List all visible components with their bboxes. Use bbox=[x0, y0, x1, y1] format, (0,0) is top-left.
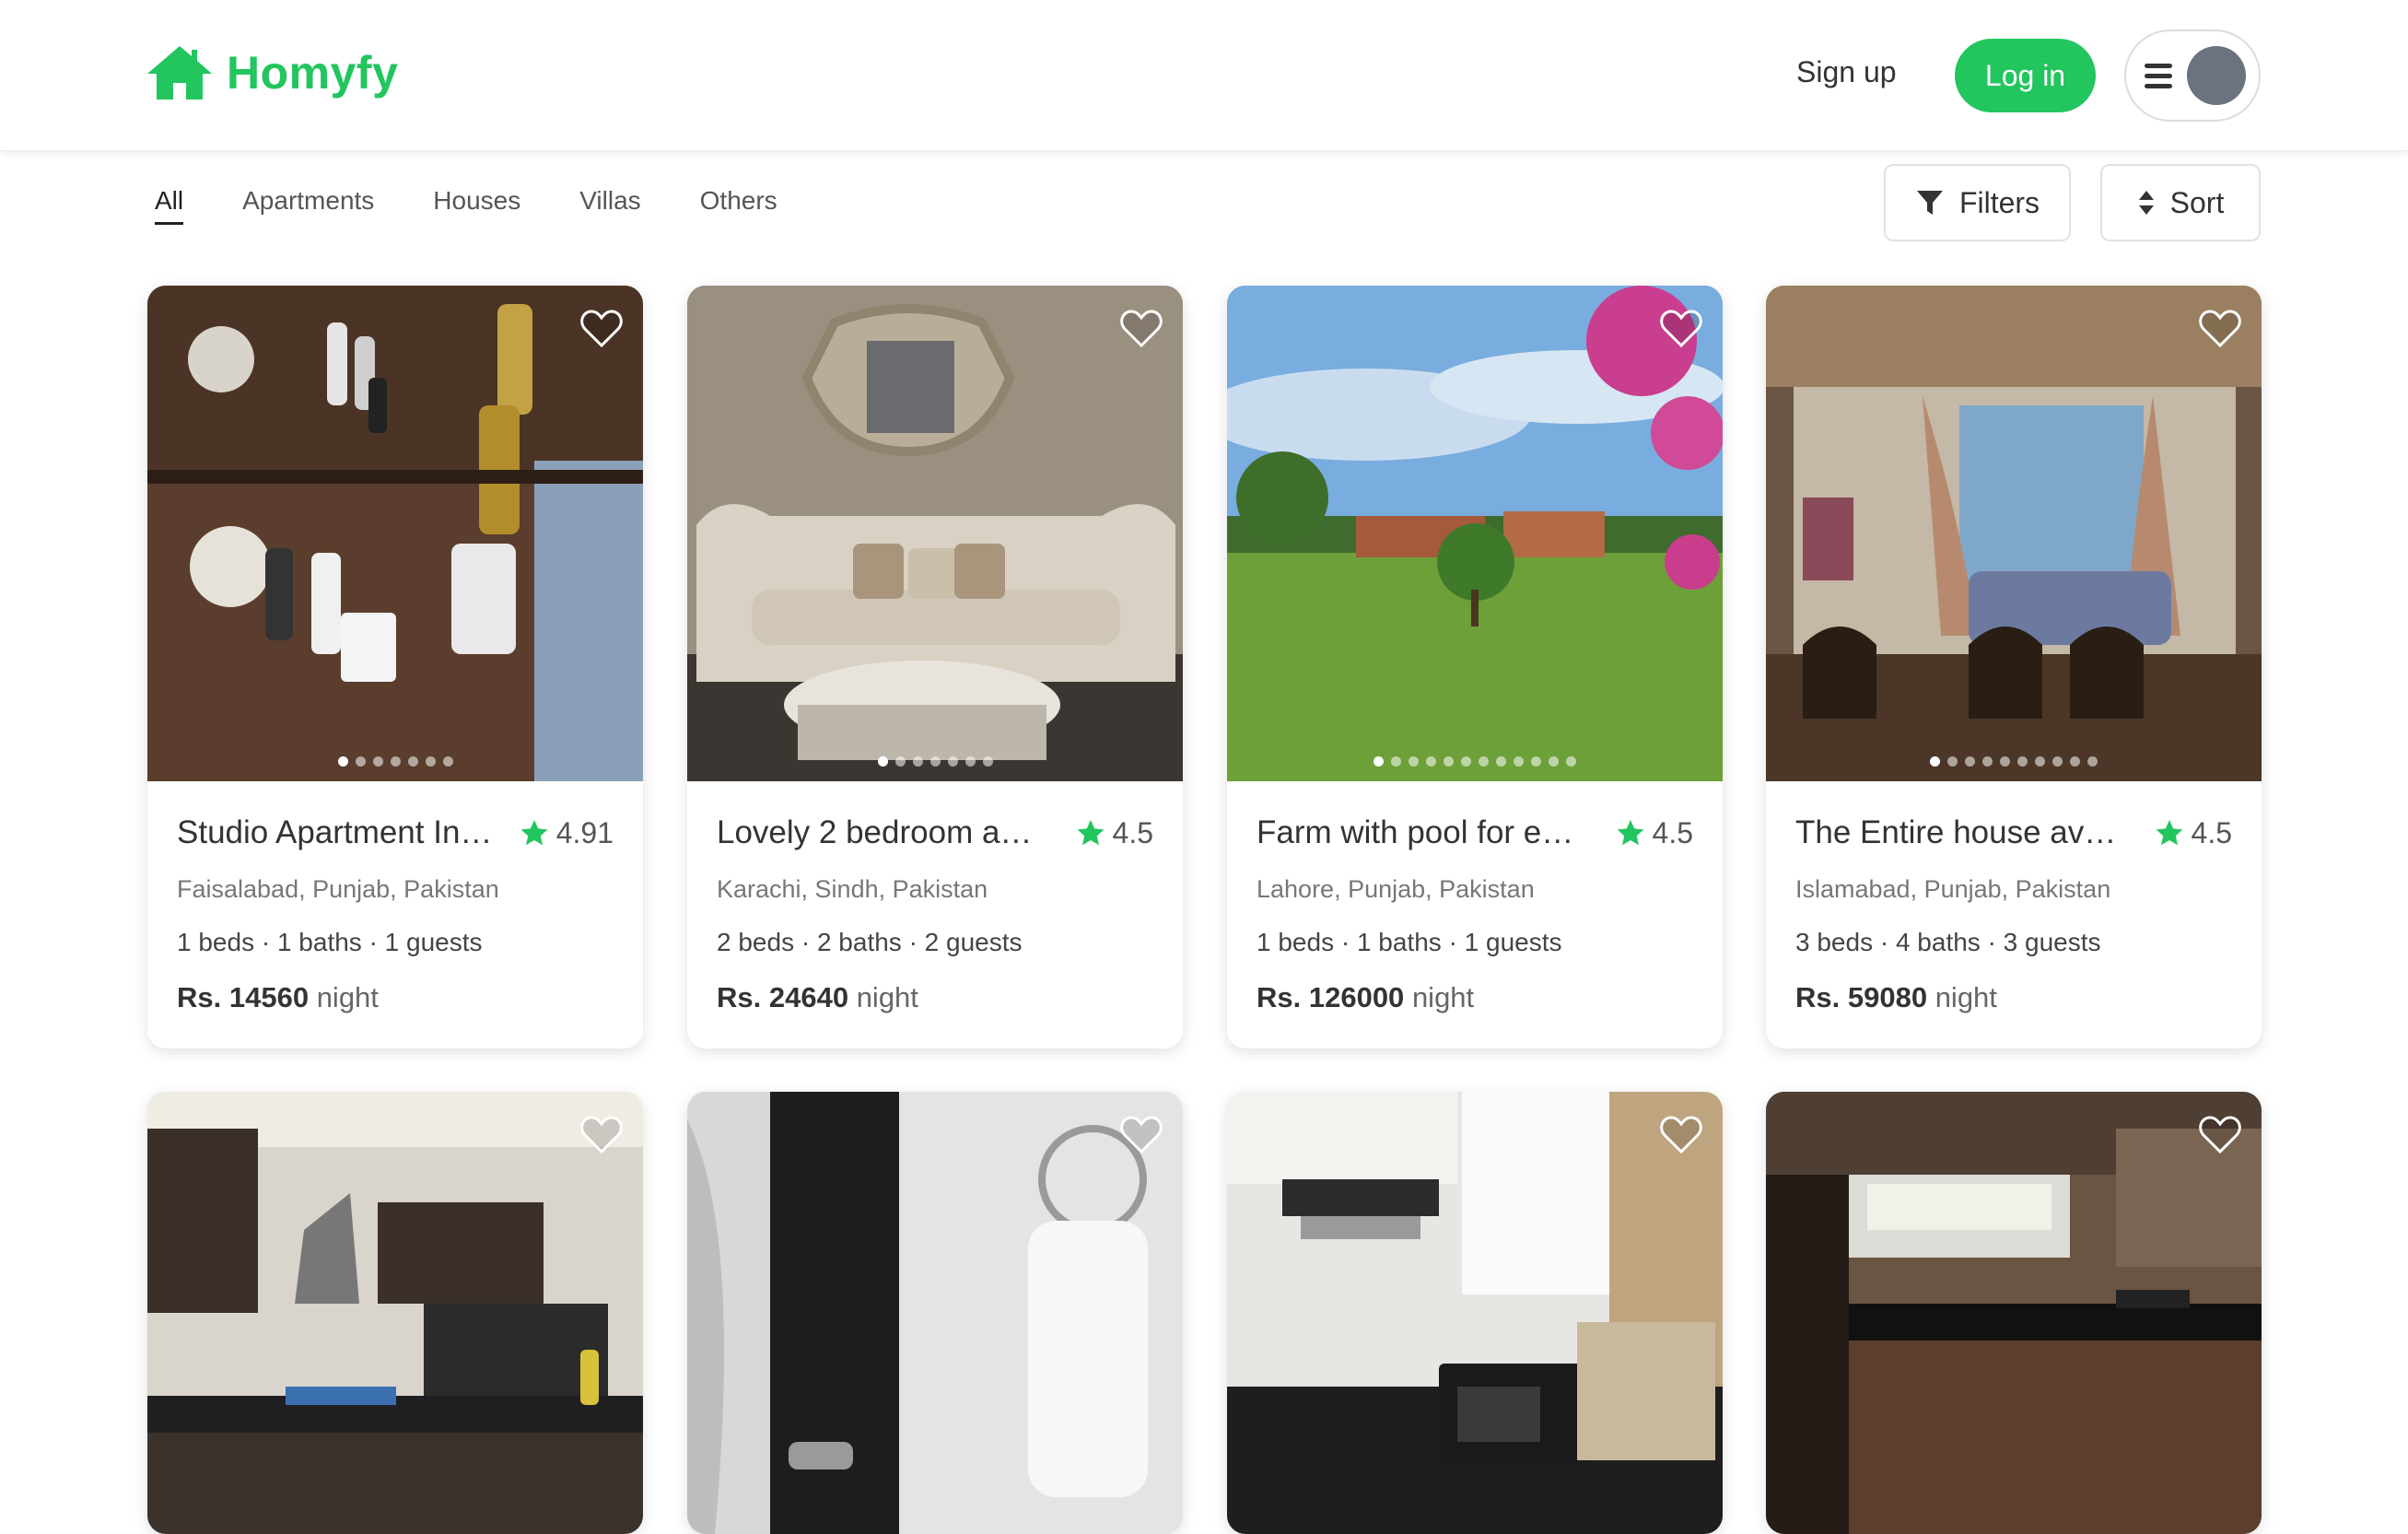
category-tabs: All Apartments Houses Villas Others bbox=[155, 186, 777, 225]
listing-photo-image bbox=[147, 1092, 643, 1534]
listing-title: Farm with pool for ev… bbox=[1257, 814, 1588, 850]
listing-card[interactable] bbox=[687, 1092, 1183, 1534]
listing-photo-image bbox=[1766, 286, 2262, 781]
star-icon bbox=[2156, 820, 2182, 846]
price-amount: Rs. 59080 bbox=[1795, 981, 1928, 1013]
listing-photo-image bbox=[687, 1092, 1183, 1534]
brand-name: Homyfy bbox=[227, 47, 399, 99]
star-icon bbox=[1077, 820, 1104, 846]
tab-others[interactable]: Others bbox=[700, 186, 777, 225]
tab-houses[interactable]: Houses bbox=[433, 186, 520, 225]
heart-icon[interactable] bbox=[1660, 1116, 1702, 1154]
listing-location: Faisalabad, Punjab, Pakistan bbox=[177, 875, 499, 903]
listing-rating: 4.91 bbox=[520, 816, 614, 850]
listing-photo-image bbox=[1227, 1092, 1723, 1534]
listing-title: The Entire house av… bbox=[1795, 814, 2117, 850]
heart-icon[interactable] bbox=[2199, 1116, 2241, 1154]
listing-details: 3 beds · 4 baths · 3 guests bbox=[1795, 928, 2101, 956]
listing-price: Rs. 24640 night bbox=[717, 981, 1153, 1014]
filters-button[interactable]: Filters bbox=[1884, 164, 2071, 241]
hamburger-icon bbox=[2145, 63, 2172, 88]
listing-card[interactable] bbox=[1766, 1092, 2262, 1534]
listing-details: 1 beds · 1 baths · 1 guests bbox=[177, 928, 483, 956]
listing-photo[interactable] bbox=[1766, 286, 2262, 781]
photo-carousel-dots bbox=[1227, 756, 1723, 767]
listing-rating: 4.5 bbox=[1076, 816, 1153, 850]
listing-photo-image bbox=[687, 286, 1183, 781]
price-unit: night bbox=[856, 981, 918, 1013]
star-icon bbox=[520, 820, 548, 846]
filters-label: Filters bbox=[1958, 185, 2040, 219]
star-icon bbox=[1617, 820, 1643, 846]
listing-photo[interactable] bbox=[1227, 286, 1723, 781]
rating-value: 4.5 bbox=[1652, 815, 1693, 849]
price-unit: night bbox=[1411, 981, 1475, 1013]
price-unit: night bbox=[316, 981, 379, 1013]
photo-carousel-dots bbox=[687, 756, 1183, 767]
photo-carousel-dots bbox=[147, 756, 643, 767]
heart-icon[interactable] bbox=[580, 1116, 623, 1154]
tab-villas[interactable]: Villas bbox=[579, 186, 640, 225]
listing-location: Islamabad, Punjab, Pakistan bbox=[1795, 875, 2111, 903]
listing-photo[interactable] bbox=[1227, 1092, 1723, 1534]
avatar bbox=[2187, 46, 2246, 105]
listing-details: 1 beds · 1 baths · 1 guests bbox=[1257, 928, 1562, 956]
listing-title: Lovely 2 bedroom ap… bbox=[717, 814, 1048, 850]
heart-icon[interactable] bbox=[580, 310, 623, 348]
rating-value: 4.5 bbox=[1112, 815, 1153, 849]
listing-photo-image bbox=[1227, 286, 1723, 781]
rating-value: 4.5 bbox=[2191, 815, 2232, 849]
sort-button[interactable]: Sort bbox=[2100, 164, 2261, 241]
listing-rating: 4.5 bbox=[2155, 816, 2232, 850]
price-amount: Rs. 126000 bbox=[1257, 981, 1405, 1013]
listing-card[interactable]: The Entire house av… 4.5 Islamabad, Punj… bbox=[1766, 286, 2262, 1048]
login-button[interactable]: Log in bbox=[1955, 39, 2096, 112]
heart-icon[interactable] bbox=[2199, 310, 2241, 348]
top-header: Homyfy Sign up Log in bbox=[0, 0, 2408, 151]
listing-details: 2 beds · 2 baths · 2 guests bbox=[717, 928, 1023, 956]
listing-card[interactable]: Studio Apartment In… 4.91 Faisalabad, Pu… bbox=[147, 286, 643, 1048]
price-unit: night bbox=[1935, 981, 1997, 1013]
listing-rating: 4.5 bbox=[1616, 816, 1693, 850]
brand-logo[interactable]: Homyfy bbox=[146, 44, 398, 101]
heart-icon[interactable] bbox=[1120, 1116, 1163, 1154]
heart-icon[interactable] bbox=[1120, 310, 1163, 348]
listing-photo-image bbox=[1766, 1092, 2262, 1534]
sort-label: Sort bbox=[2169, 185, 2225, 219]
listing-price: Rs. 14560 night bbox=[177, 981, 614, 1014]
listing-card[interactable]: Lovely 2 bedroom ap… 4.5 Karachi, Sindh,… bbox=[687, 286, 1183, 1048]
sort-icon bbox=[2138, 191, 2154, 215]
price-amount: Rs. 14560 bbox=[177, 981, 310, 1013]
listing-photo[interactable] bbox=[687, 1092, 1183, 1534]
tab-apartments[interactable]: Apartments bbox=[242, 186, 374, 225]
signup-link[interactable]: Sign up bbox=[1796, 55, 1897, 89]
listing-photo-image bbox=[147, 286, 643, 781]
listing-price: Rs. 126000 night bbox=[1257, 981, 1693, 1014]
listing-card[interactable] bbox=[147, 1092, 643, 1534]
listing-title: Studio Apartment In… bbox=[177, 814, 493, 850]
photo-carousel-dots bbox=[1766, 756, 2262, 767]
price-amount: Rs. 24640 bbox=[717, 981, 849, 1013]
listing-photo[interactable] bbox=[147, 286, 643, 781]
listing-card[interactable]: Farm with pool for ev… 4.5 Lahore, Punja… bbox=[1227, 286, 1723, 1048]
listing-photo[interactable] bbox=[147, 1092, 643, 1534]
listing-card[interactable] bbox=[1227, 1092, 1723, 1534]
listing-photo[interactable] bbox=[687, 286, 1183, 781]
rating-value: 4.91 bbox=[555, 815, 614, 849]
heart-icon[interactable] bbox=[1660, 310, 1702, 348]
listing-price: Rs. 59080 night bbox=[1795, 981, 2232, 1014]
listing-photo[interactable] bbox=[1766, 1092, 2262, 1534]
tab-all[interactable]: All bbox=[155, 186, 184, 225]
listing-location: Karachi, Sindh, Pakistan bbox=[717, 875, 988, 903]
listing-location: Lahore, Punjab, Pakistan bbox=[1257, 875, 1535, 903]
user-menu-button[interactable] bbox=[2124, 29, 2261, 122]
house-icon bbox=[147, 46, 212, 100]
filter-icon bbox=[1916, 191, 1943, 215]
